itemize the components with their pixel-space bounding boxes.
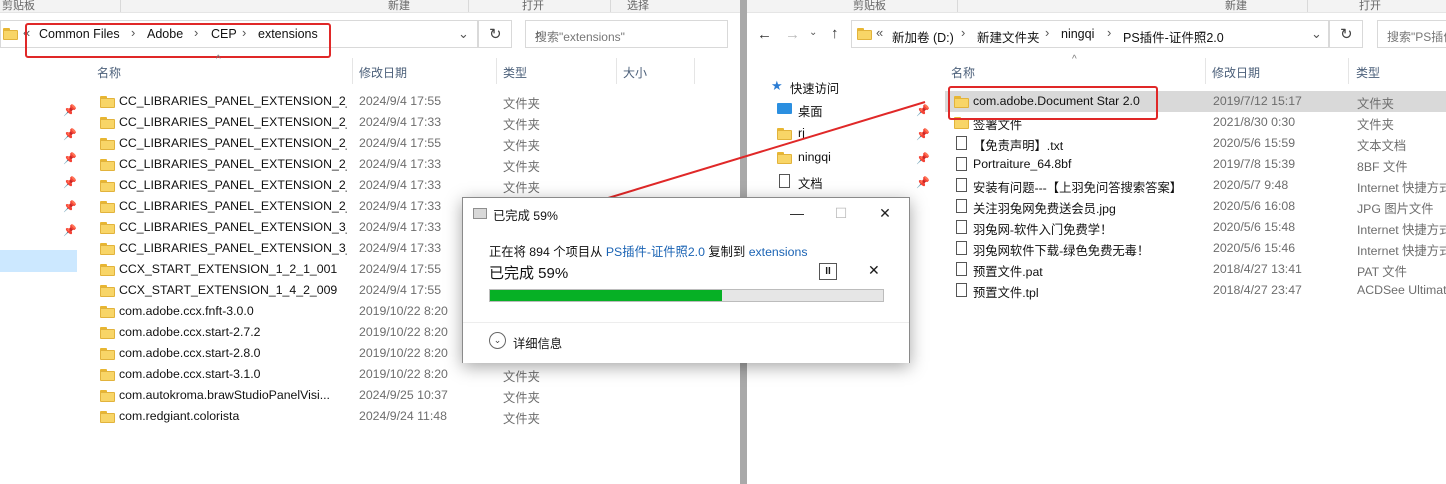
details-toggle[interactable]: 详细信息 xyxy=(513,334,562,352)
progress-fill xyxy=(490,290,722,301)
dialog-footer: ⌄ 详细信息 xyxy=(463,322,909,363)
expand-details-icon[interactable]: ⌄ xyxy=(489,332,506,349)
pause-button[interactable]: II xyxy=(819,263,837,280)
progress-status: 已完成 59% xyxy=(489,265,569,282)
copy-progress-dialog[interactable]: 已完成 59% — ☐ ✕ 正在将 894 个项目从 PS插件-证件照2.0 复… xyxy=(462,197,910,363)
cancel-button[interactable]: ✕ xyxy=(868,262,880,279)
source-link[interactable]: PS插件-证件照2.0 xyxy=(606,245,705,259)
progress-bar xyxy=(489,289,884,302)
close-icon[interactable]: ✕ xyxy=(863,200,907,226)
dialog-title: 已完成 59% xyxy=(493,209,558,223)
maximize-icon: ☐ xyxy=(834,205,848,221)
destination-link[interactable]: extensions xyxy=(749,245,808,259)
copy-prefix: 正在将 894 个项目从 xyxy=(489,245,603,259)
copy-mid: 复制到 xyxy=(708,245,746,259)
minimize-icon[interactable]: — xyxy=(775,200,819,226)
copy-icon xyxy=(473,208,487,219)
copy-description: 正在将 894 个项目从 PS插件-证件照2.0 复制到 extensions xyxy=(489,242,807,260)
